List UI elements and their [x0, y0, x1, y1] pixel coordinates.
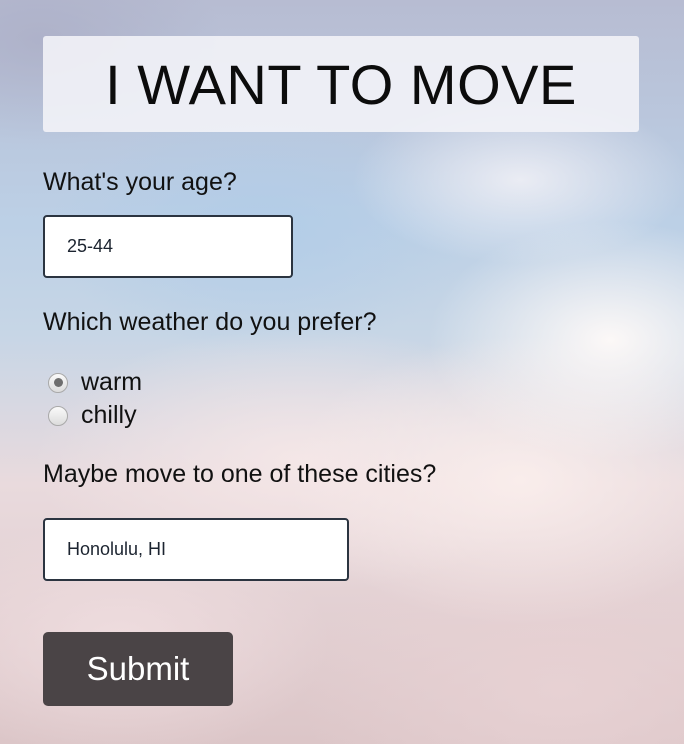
move-form-page: I WANT TO MOVE What's your age? Which we…: [0, 0, 684, 744]
city-input[interactable]: [43, 518, 349, 581]
title-banner: I WANT TO MOVE: [43, 36, 639, 132]
radio-chilly[interactable]: [48, 405, 68, 426]
page-title: I WANT TO MOVE: [105, 52, 577, 116]
weather-option-warm[interactable]: warm: [48, 368, 142, 397]
weather-option-chilly[interactable]: chilly: [48, 401, 137, 430]
weather-option-label: warm: [81, 368, 143, 396]
radio-selected-dot: [53, 378, 63, 387]
radio-warm[interactable]: [48, 372, 68, 393]
city-question-label: Maybe move to one of these cities?: [43, 460, 437, 488]
weather-question-label: Which weather do you prefer?: [43, 308, 377, 336]
submit-button[interactable]: Submit: [43, 632, 233, 706]
weather-option-label: chilly: [81, 401, 137, 429]
age-question-label: What's your age?: [43, 168, 237, 196]
age-input[interactable]: [43, 215, 293, 278]
